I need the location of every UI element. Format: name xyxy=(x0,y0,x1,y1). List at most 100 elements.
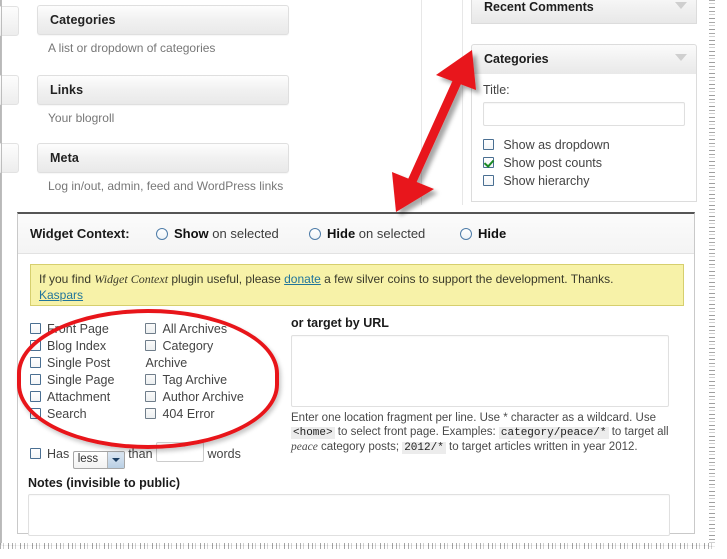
author-link[interactable]: Kaspars xyxy=(39,288,83,302)
sidebar-widget-categories-body: Title: Show as dropdown Show post counts… xyxy=(471,74,697,202)
widget-context-header: Widget Context: Show on selected Hide on… xyxy=(18,214,694,254)
condition-row: Single Page Tag Archive xyxy=(30,373,280,390)
option-show-as-dropdown[interactable]: Show as dropdown xyxy=(483,138,696,156)
checkbox-icon[interactable] xyxy=(30,374,41,385)
condition-blog-index[interactable]: Blog Index xyxy=(30,339,142,353)
sidebar-widget-recent-comments[interactable]: Recent Comments xyxy=(471,0,697,24)
help-code-1: category/peace/* xyxy=(498,427,609,439)
condition-label: Category xyxy=(162,339,214,353)
radio-show-on-selected[interactable]: Show on selected xyxy=(156,226,279,241)
url-target-help: Enter one location fragment per line. Us… xyxy=(291,411,671,455)
notes-textarea[interactable] xyxy=(28,494,670,536)
widget-card-meta[interactable]: Meta xyxy=(37,143,289,173)
checkbox-icon[interactable] xyxy=(483,139,494,150)
help-use: Use xyxy=(635,412,656,424)
help-tail: to target articles written in year 2012. xyxy=(445,441,638,453)
radio-hide[interactable]: Hide xyxy=(460,226,506,241)
word-count-comparator-select[interactable]: less xyxy=(72,451,125,469)
chevron-down-icon[interactable] xyxy=(675,2,687,9)
condition-tag-archive[interactable]: Tag Archive xyxy=(145,373,257,387)
condition-category-archive[interactable]: Category xyxy=(145,339,257,353)
radio-icon[interactable] xyxy=(156,228,168,240)
radio-label-strong: Hide xyxy=(327,226,356,241)
checkbox-icon[interactable] xyxy=(483,175,494,186)
radio-icon[interactable] xyxy=(460,228,472,240)
admin-page-surface: Categories A list or dropdown of categor… xyxy=(0,0,713,546)
checkbox-icon[interactable] xyxy=(145,323,157,334)
than-label: than xyxy=(128,447,153,461)
widget-card-categories[interactable]: Categories xyxy=(37,5,289,35)
torn-paper-right-edge xyxy=(709,0,715,559)
word-count-input[interactable] xyxy=(156,442,205,462)
widget-card-links[interactable]: Links xyxy=(37,75,289,105)
sidebar-widget-title: Recent Comments xyxy=(484,0,594,14)
torn-paper-right-cover xyxy=(716,0,727,559)
column-divider xyxy=(462,0,463,205)
widget-card-title: Links xyxy=(50,83,84,97)
comparator-value: less xyxy=(77,453,99,465)
checkbox-icon[interactable] xyxy=(483,157,494,168)
notice-text-after: a few silver coins to support the develo… xyxy=(320,272,614,286)
checkbox-icon[interactable] xyxy=(30,391,41,402)
condition-row: Single Post Archive xyxy=(30,356,280,373)
checkbox-icon[interactable] xyxy=(30,357,41,368)
notice-plugin-name: Widget Context xyxy=(94,272,169,286)
checkbox-icon[interactable] xyxy=(145,391,157,402)
column-divider xyxy=(421,0,422,205)
url-target-textarea[interactable] xyxy=(291,335,669,407)
option-label: Show as dropdown xyxy=(503,138,610,152)
condition-author-archive[interactable]: Author Archive xyxy=(145,390,257,404)
widget-context-heading: Widget Context: xyxy=(30,226,130,241)
words-label: words xyxy=(207,447,241,461)
widget-stub-1 xyxy=(0,6,19,36)
screenshot-page: Categories A list or dropdown of categor… xyxy=(0,0,727,559)
title-field-label: Title: xyxy=(483,83,510,97)
widget-card-title: Meta xyxy=(50,151,79,165)
condition-label: Search xyxy=(47,407,87,421)
condition-label: All Archives xyxy=(162,322,228,336)
categories-title-input[interactable] xyxy=(483,102,685,126)
context-conditions-grid: Front Page All Archives Blog Index Categ… xyxy=(30,322,280,424)
widget-stub-3 xyxy=(0,143,19,173)
condition-attachment[interactable]: Attachment xyxy=(30,390,142,404)
radio-label-rest: on selected xyxy=(355,226,426,241)
radio-hide-on-selected[interactable]: Hide on selected xyxy=(309,226,425,241)
donate-notice: If you find Widget Context plugin useful… xyxy=(30,264,684,306)
option-label: Show post counts xyxy=(503,156,603,170)
option-show-post-counts[interactable]: Show post counts xyxy=(483,156,696,174)
option-show-hierarchy[interactable]: Show hierarchy xyxy=(483,174,696,192)
help-line-1: Enter one location fragment per line. Us… xyxy=(291,412,633,424)
checkbox-icon[interactable] xyxy=(30,340,41,351)
checkbox-icon[interactable] xyxy=(145,408,157,419)
chevron-down-icon[interactable] xyxy=(106,452,124,468)
condition-single-post[interactable]: Single Post xyxy=(30,356,142,370)
chevron-down-icon[interactable] xyxy=(675,54,687,61)
condition-front-page[interactable]: Front Page xyxy=(30,322,142,336)
condition-all-archives[interactable]: All Archives xyxy=(145,322,257,336)
widget-card-description: Log in/out, admin, feed and WordPress li… xyxy=(48,179,284,193)
condition-label: Single Post xyxy=(47,356,111,370)
condition-label: Blog Index xyxy=(47,339,107,353)
checkbox-icon[interactable] xyxy=(30,448,41,459)
checkbox-icon[interactable] xyxy=(145,340,157,351)
condition-category-archive-wrap: Archive xyxy=(145,356,257,370)
option-label: Show hierarchy xyxy=(503,174,590,188)
condition-row: Search 404 Error xyxy=(30,407,280,424)
condition-single-page[interactable]: Single Page xyxy=(30,373,142,387)
radio-label-strong: Hide xyxy=(478,226,507,241)
notice-text-before: If you find xyxy=(39,272,95,286)
checkbox-icon[interactable] xyxy=(30,408,41,419)
radio-icon[interactable] xyxy=(309,228,321,240)
condition-search[interactable]: Search xyxy=(30,407,142,421)
checkbox-icon[interactable] xyxy=(30,323,41,334)
torn-paper-bottom-cover xyxy=(0,549,727,559)
checkbox-icon[interactable] xyxy=(145,374,157,385)
sidebar-widget-title: Categories xyxy=(484,52,549,66)
word-count-condition: Has less than words xyxy=(30,442,241,469)
donate-link[interactable]: donate xyxy=(284,272,321,286)
condition-label: 404 Error xyxy=(162,407,215,421)
condition-404-error[interactable]: 404 Error xyxy=(145,407,257,421)
notice-text-mid: plugin useful, please xyxy=(168,272,285,286)
sidebar-widget-categories-header[interactable]: Categories xyxy=(471,44,697,76)
condition-row: Front Page All Archives xyxy=(30,322,280,339)
